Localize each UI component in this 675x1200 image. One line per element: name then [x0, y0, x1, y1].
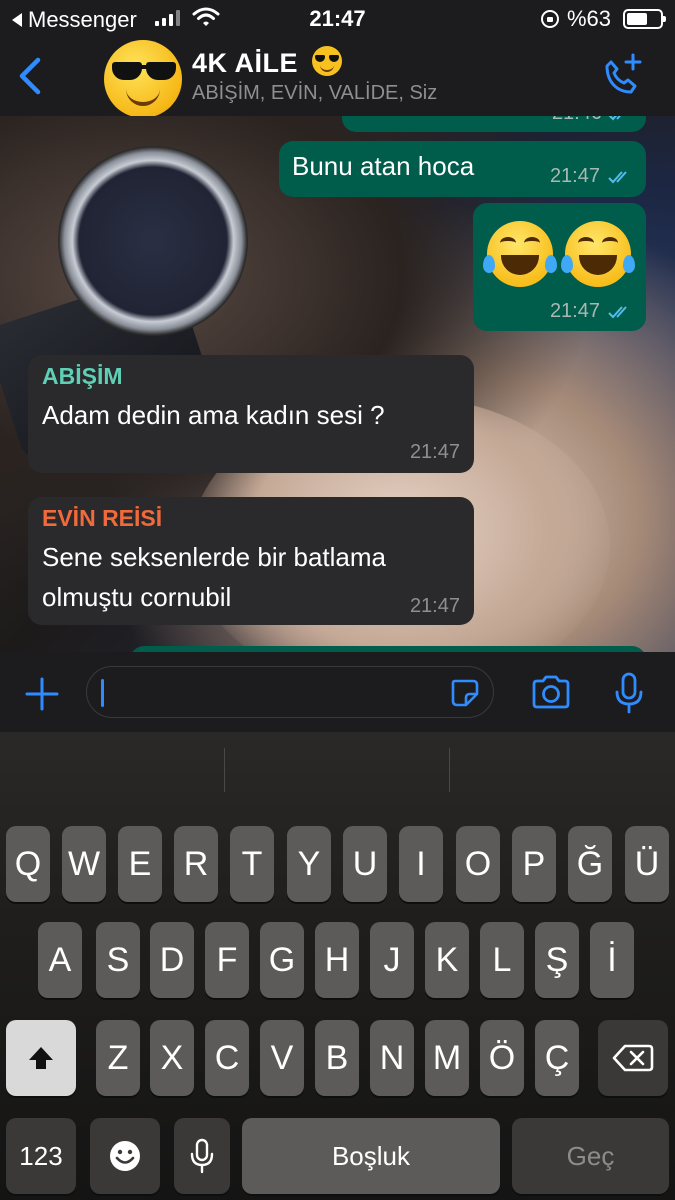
emoji-smiley-icon	[110, 1141, 140, 1171]
key-z[interactable]: Z	[96, 1020, 140, 1096]
numbers-key[interactable]: 123	[6, 1118, 76, 1194]
key-f[interactable]: F	[205, 922, 249, 998]
message-text: Bunu atan hoca	[292, 151, 475, 181]
key-y[interactable]: Y	[287, 826, 331, 902]
key-i[interactable]: I	[399, 826, 443, 902]
status-bar: Messenger 21:47 %63	[0, 0, 675, 36]
key-d[interactable]: D	[150, 922, 194, 998]
prediction-divider	[449, 748, 450, 792]
delete-key[interactable]	[598, 1020, 668, 1096]
key-h[interactable]: H	[315, 922, 359, 998]
key-u[interactable]: U	[343, 826, 387, 902]
message-input[interactable]	[86, 666, 494, 718]
key-k[interactable]: K	[425, 922, 469, 998]
key-o[interactable]: O	[456, 826, 500, 902]
message-time: 21:47	[549, 300, 600, 322]
status-right: %63	[540, 6, 666, 32]
shift-arrow-icon	[29, 1047, 53, 1069]
key-g-breve[interactable]: Ğ	[568, 826, 612, 902]
key-a[interactable]: A	[38, 922, 82, 998]
phone-add-icon[interactable]	[599, 52, 645, 98]
plus-icon[interactable]	[24, 676, 60, 712]
battery-icon	[623, 9, 666, 29]
sticker-icon[interactable]	[449, 677, 481, 709]
group-avatar[interactable]	[104, 40, 182, 118]
message-sender: EVİN REİSİ	[42, 505, 163, 531]
message-bubble-outgoing[interactable]: Bunu atan hoca 21:47	[279, 141, 646, 197]
message-text: Sene seksenlerde bir batlama	[42, 542, 386, 572]
key-e[interactable]: E	[118, 826, 162, 902]
key-u-umlaut[interactable]: Ü	[625, 826, 669, 902]
battery-percent: %63	[566, 6, 611, 31]
keyboard: Q W E R T Y U I O P Ğ Ü A S D F G H J K …	[0, 732, 675, 1200]
message-time: 21:47	[549, 165, 600, 187]
key-j[interactable]: J	[370, 922, 414, 998]
key-s[interactable]: S	[96, 922, 140, 998]
message-time: 21:46	[552, 116, 602, 125]
go-key[interactable]: Geç	[512, 1118, 669, 1194]
message-bubble-outgoing[interactable]: 21:46	[342, 116, 646, 132]
emoji-key[interactable]	[90, 1118, 160, 1194]
space-key[interactable]: Boşluk	[242, 1118, 500, 1194]
key-s-cedilla[interactable]: Ş	[535, 922, 579, 998]
group-title-text: 4K AİLE	[192, 48, 299, 78]
message-bubble-outgoing[interactable]: 21:47	[473, 203, 646, 331]
key-t[interactable]: T	[230, 826, 274, 902]
read-ticks-icon	[608, 306, 627, 319]
group-title[interactable]: 4K AİLE	[192, 46, 343, 79]
face-with-tears-of-joy-icon	[561, 221, 635, 287]
microphone-icon	[190, 1138, 214, 1174]
key-n[interactable]: N	[370, 1020, 414, 1096]
camera-icon[interactable]	[530, 674, 572, 710]
read-ticks-icon	[608, 171, 627, 184]
group-members: ABİŞİM, EVİN, VALİDE, Siz	[192, 82, 438, 104]
orientation-lock-icon	[540, 10, 559, 28]
key-v[interactable]: V	[260, 1020, 304, 1096]
message-time: 21:47	[409, 595, 460, 617]
sunglasses-emoji-icon	[312, 46, 343, 76]
key-r[interactable]: R	[174, 826, 218, 902]
read-ticks-icon	[608, 116, 622, 121]
wallpaper-watch	[58, 146, 248, 336]
shift-key[interactable]	[6, 1020, 76, 1096]
key-l[interactable]: L	[480, 922, 524, 998]
key-i-dotted[interactable]: İ	[590, 922, 634, 998]
text-caret	[101, 679, 104, 707]
chat-header: 4K AİLE ABİŞİM, EVİN, VALİDE, Siz	[0, 36, 675, 118]
backspace-icon	[612, 1044, 654, 1072]
key-o-umlaut[interactable]: Ö	[480, 1020, 524, 1096]
key-c-cedilla[interactable]: Ç	[535, 1020, 579, 1096]
message-time: 21:47	[409, 441, 460, 463]
key-b[interactable]: B	[315, 1020, 359, 1096]
microphone-icon[interactable]	[614, 672, 644, 714]
dictation-key[interactable]	[174, 1118, 230, 1194]
message-bubble-incoming[interactable]: ABİŞİM Adam dedin ama kadın sesi ? 21:47	[28, 355, 474, 473]
chevron-left-icon[interactable]	[14, 56, 48, 96]
key-w[interactable]: W	[62, 826, 106, 902]
key-c[interactable]: C	[205, 1020, 249, 1096]
prediction-divider	[224, 748, 225, 792]
message-bubble-incoming[interactable]: EVİN REİSİ Sene seksenlerde bir batlama …	[28, 497, 474, 625]
key-p[interactable]: P	[512, 826, 556, 902]
key-q[interactable]: Q	[6, 826, 50, 902]
face-with-tears-of-joy-icon	[483, 221, 557, 287]
composer-bar	[0, 652, 675, 732]
key-x[interactable]: X	[150, 1020, 194, 1096]
sunglasses-icon	[108, 62, 178, 80]
key-g[interactable]: G	[260, 922, 304, 998]
message-text: Adam dedin ama kadın sesi ?	[42, 400, 385, 430]
message-text: olmuştu cornubil	[42, 582, 232, 612]
message-sender: ABİŞİM	[42, 363, 123, 389]
chat-area[interactable]: 21:46 Bunu atan hoca 21:47 21:47 ABİŞİM	[0, 116, 675, 652]
key-m[interactable]: M	[425, 1020, 469, 1096]
